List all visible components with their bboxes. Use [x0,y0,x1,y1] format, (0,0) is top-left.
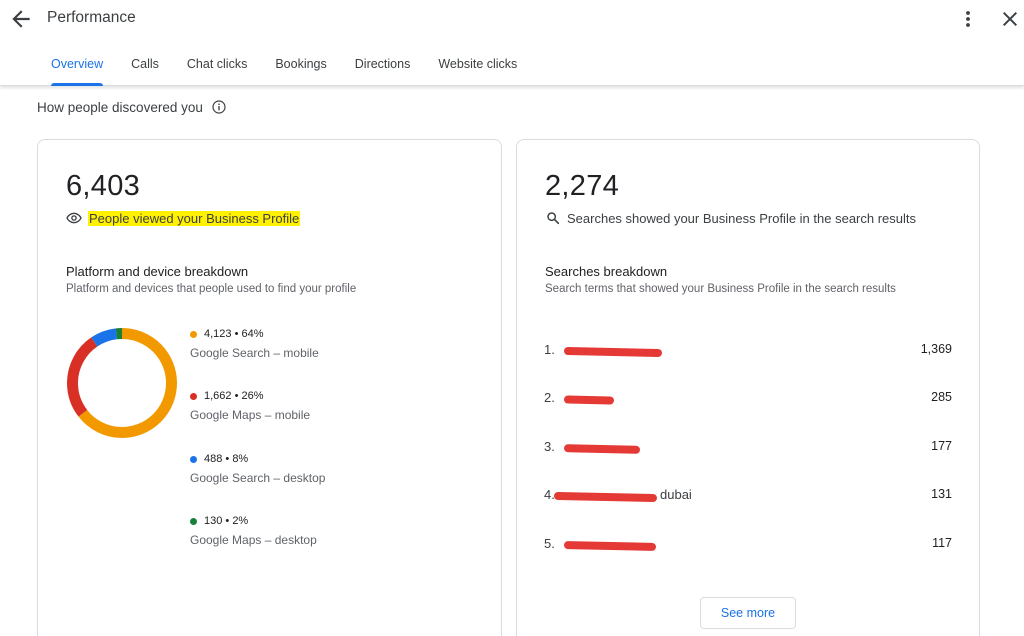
searches-total: 2,274 [545,170,620,202]
legend-dot [190,330,197,338]
rank-number: 2. [544,390,555,405]
legend-item-search-desktop: 488 • 8% Google Search – desktop [190,453,325,485]
legend-label: Google Maps – mobile [190,408,311,422]
tab-overview[interactable]: Overview [37,50,117,86]
legend-value: 1,662 • 26% [204,390,264,402]
platform-breakdown-title: Platform and device breakdown [66,264,249,279]
tab-calls[interactable]: Calls [117,50,173,86]
views-caption: People viewed your Business Profile [88,210,301,226]
legend-item-maps-desktop: 130 • 2% Google Maps – desktop [190,515,317,547]
redaction-mark [563,444,641,454]
tab-chat-clicks[interactable]: Chat clicks [173,50,261,86]
search-count: 177 [931,439,952,453]
search-term-row: 4. dubai 131 [544,485,952,507]
close-icon[interactable] [998,7,1022,31]
searches-card: 2,274 Searches showed your Business Prof… [516,139,980,636]
see-more-button[interactable]: See more [700,597,796,629]
rank-number: 3. [544,439,555,454]
views-total: 6,403 [66,170,141,202]
searches-caption-row: Searches showed your Business Profile in… [545,210,916,226]
search-term-row: 1. 1,369 [544,340,952,362]
legend-value: 4,123 • 64% [204,328,264,340]
search-count: 131 [931,487,952,501]
platform-donut-chart [67,328,177,438]
back-arrow-icon[interactable] [8,6,34,32]
more-vert-icon[interactable] [956,7,980,31]
searches-breakdown-title: Searches breakdown [545,264,668,279]
tab-website-clicks[interactable]: Website clicks [424,50,531,86]
views-caption-row: People viewed your Business Profile [66,210,301,226]
legend-item-maps-mobile: 1,662 • 26% Google Maps – mobile [190,390,310,422]
profile-views-card: 6,403 People viewed your Business Profil… [37,139,502,636]
section-title-text: How people discovered you [37,99,203,115]
legend-value: 488 • 8% [204,453,249,465]
search-term-row: 3. 177 [544,437,952,459]
redaction-mark [563,346,663,358]
legend-label: Google Search – desktop [190,471,326,485]
legend-dot [190,392,197,400]
tab-bookings[interactable]: Bookings [261,50,340,86]
search-icon [545,210,561,226]
rank-number: 1. [544,342,555,357]
page-title: Performance [47,9,136,26]
redaction-mark [563,395,615,405]
search-term: dubai [660,487,692,502]
searches-breakdown-desc: Search terms that showed your Business P… [545,283,896,295]
tab-directions[interactable]: Directions [341,50,425,86]
redaction-mark [553,491,658,503]
info-icon[interactable] [211,99,227,115]
legend-label: Google Search – mobile [190,346,319,360]
legend-dot [190,455,197,463]
rank-number: 5. [544,536,555,551]
search-count: 117 [932,536,952,550]
eye-icon [66,210,82,226]
top-app-bar: Performance Overview Calls Chat clicks B… [0,0,1024,86]
legend-label: Google Maps – desktop [190,533,317,547]
tab-bar: Overview Calls Chat clicks Bookings Dire… [37,50,531,86]
section-heading: How people discovered you [37,99,227,115]
legend-item-search-mobile: 4,123 • 64% Google Search – mobile [190,328,319,360]
search-term-row: 2. 285 [544,388,952,410]
search-term-row: 5. 117 [544,534,952,556]
search-count: 1,369 [920,342,952,356]
legend-dot [190,517,197,525]
searches-caption: Searches showed your Business Profile in… [567,210,917,226]
platform-breakdown-desc: Platform and devices that people used to… [66,283,357,295]
legend-value: 130 • 2% [204,515,249,527]
search-count: 285 [931,390,952,404]
redaction-mark [563,541,657,551]
